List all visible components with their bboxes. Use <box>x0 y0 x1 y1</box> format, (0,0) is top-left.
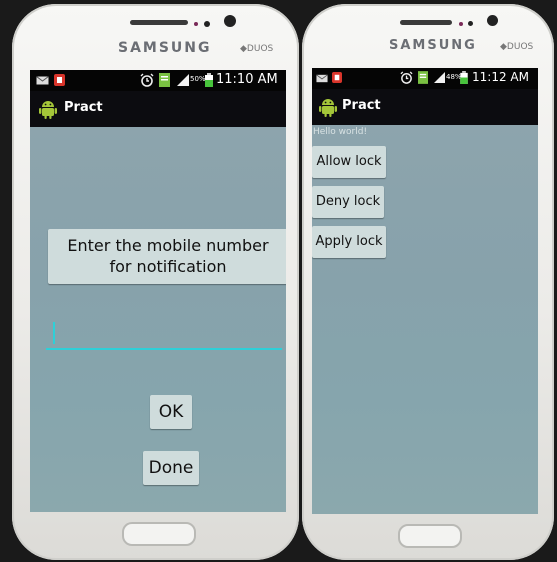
brand-logo: SAMSUNG <box>118 40 212 56</box>
proximity-sensor <box>224 15 236 27</box>
earpiece-speaker <box>400 20 452 25</box>
notification-led <box>194 22 198 26</box>
ok-button[interactable]: OK <box>150 395 192 429</box>
status-time: 11:10 AM <box>216 72 278 87</box>
file-icon <box>418 71 428 84</box>
app-title: Pract <box>342 98 381 113</box>
prompt-line-2: for notification <box>109 257 227 276</box>
notification-led <box>459 22 463 26</box>
main-content: Enter the mobile number for notification… <box>30 127 286 512</box>
email-icon <box>36 76 49 85</box>
prompt-line-1: Enter the mobile number <box>67 236 269 255</box>
battery-icon <box>460 71 468 84</box>
duos-badge: ◆DUOS <box>500 42 534 52</box>
phone-left: SAMSUNG ◆DUOS 50% 11:10 AM Pract Enter t… <box>12 4 299 560</box>
action-bar: Pract <box>312 89 538 125</box>
phone-right: SAMSUNG ◆DUOS 48% 11:12 AM Pract Hello w… <box>302 4 554 560</box>
hello-world-text: Hello world! <box>313 127 368 137</box>
action-bar: Pract <box>30 91 286 127</box>
signal-icon <box>177 74 189 86</box>
front-camera <box>468 21 473 26</box>
email-icon <box>316 74 328 83</box>
screen-right: 48% 11:12 AM Pract Hello world! Allow lo… <box>312 68 538 514</box>
app-title: Pract <box>64 100 103 115</box>
status-time: 11:12 AM <box>472 70 529 84</box>
mobile-number-input[interactable] <box>46 318 282 350</box>
alarm-icon <box>400 71 413 84</box>
input-cursor <box>53 322 55 344</box>
proximity-sensor <box>487 15 498 26</box>
status-bar: 48% 11:12 AM <box>312 68 538 89</box>
earpiece-speaker <box>130 20 188 25</box>
done-button[interactable]: Done <box>143 451 199 485</box>
brand-logo: SAMSUNG <box>389 38 477 53</box>
screen-left: 50% 11:10 AM Pract Enter the mobile numb… <box>30 70 286 512</box>
front-camera <box>204 21 210 27</box>
home-button[interactable] <box>398 524 462 548</box>
duos-badge: ◆DUOS <box>240 44 274 54</box>
alarm-icon <box>140 73 154 87</box>
main-content: Hello world! Allow lock Deny lock Apply … <box>312 125 538 514</box>
mobile-number-prompt: Enter the mobile number for notification <box>48 229 286 284</box>
battery-icon <box>205 73 213 87</box>
apply-lock-button[interactable]: Apply lock <box>312 226 386 258</box>
android-icon <box>39 101 57 119</box>
allow-lock-button[interactable]: Allow lock <box>312 146 386 178</box>
file-icon <box>159 73 170 87</box>
deny-lock-button[interactable]: Deny lock <box>312 186 384 218</box>
status-bar: 50% 11:10 AM <box>30 70 286 91</box>
home-button[interactable] <box>122 522 196 546</box>
android-icon <box>319 99 337 117</box>
battery-percent: 50% <box>190 75 206 83</box>
app-notification-icon <box>332 72 342 83</box>
app-notification-icon <box>54 74 65 86</box>
signal-icon <box>434 72 445 83</box>
